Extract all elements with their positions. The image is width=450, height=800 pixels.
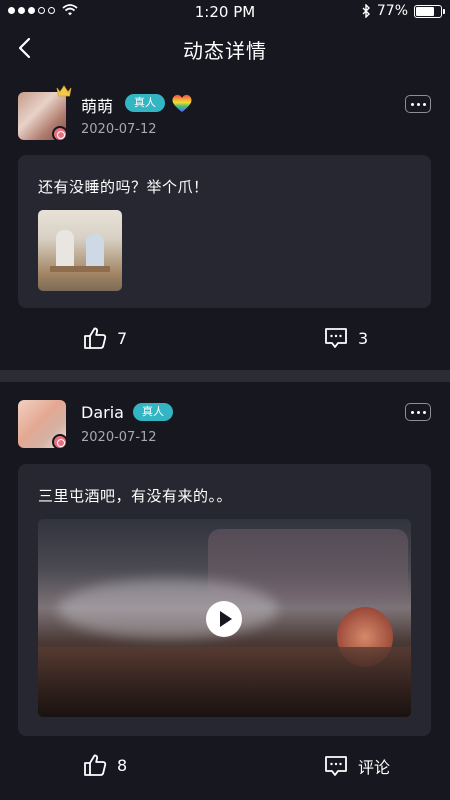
more-icon[interactable] — [405, 95, 431, 113]
like-count: 7 — [117, 328, 128, 348]
section-divider — [0, 370, 450, 382]
status-right: 77% — [362, 3, 445, 19]
thumbs-up-icon — [84, 754, 107, 776]
gender-badge-icon — [52, 434, 68, 450]
gender-badge-icon — [52, 126, 68, 142]
post-text: 三里屯酒吧，有没有来的。。 — [38, 487, 233, 505]
comment-icon — [325, 328, 347, 348]
post-photo[interactable] — [38, 210, 122, 291]
comment-icon — [325, 756, 347, 776]
verified-tag: 真人 — [125, 94, 165, 112]
status-bar: 1:20 PM 77% — [0, 0, 450, 24]
like-button[interactable]: 7 — [83, 327, 127, 349]
post-date: 2020-07-12 — [81, 122, 157, 137]
post-content: 还有没睡的吗？举个爪！ — [18, 155, 431, 308]
username: 萌萌 — [81, 97, 114, 116]
battery-fill — [416, 6, 434, 16]
nav-bar: 动态详情 — [0, 24, 450, 74]
post-content: 三里屯酒吧，有没有来的。。 — [18, 464, 431, 736]
more-icon[interactable] — [405, 403, 431, 421]
thumbs-up-icon — [84, 327, 107, 349]
comment-label: 评论 — [358, 758, 391, 777]
post-card: Daria 真人 2020-07-12 三里屯酒吧，有没有来的。。 8 评论 — [0, 392, 450, 792]
page-title: 动态详情 — [183, 39, 267, 63]
like-button[interactable]: 8 — [83, 754, 127, 776]
play-icon[interactable] — [206, 601, 242, 637]
verified-tag: 真人 — [133, 403, 173, 421]
battery-percent: 77% — [376, 3, 408, 19]
rainbow-heart-icon — [172, 94, 192, 112]
post-text: 还有没睡的吗？举个爪！ — [38, 178, 209, 196]
bluetooth-icon — [362, 4, 370, 18]
avatar[interactable] — [18, 85, 72, 142]
post-video[interactable] — [38, 519, 411, 717]
avatar[interactable] — [18, 400, 68, 450]
comment-button[interactable]: 评论 — [324, 754, 390, 778]
post-card: 萌萌 真人 2020-07-12 还有没睡的吗？举个爪！ 7 3 — [0, 82, 450, 370]
battery-icon — [414, 4, 445, 18]
crown-icon — [56, 85, 72, 97]
comment-button[interactable]: 3 — [324, 327, 368, 349]
like-count: 8 — [117, 755, 128, 775]
comment-count: 3 — [358, 328, 369, 348]
username: Daria — [81, 403, 124, 422]
post-date: 2020-07-12 — [81, 430, 157, 445]
